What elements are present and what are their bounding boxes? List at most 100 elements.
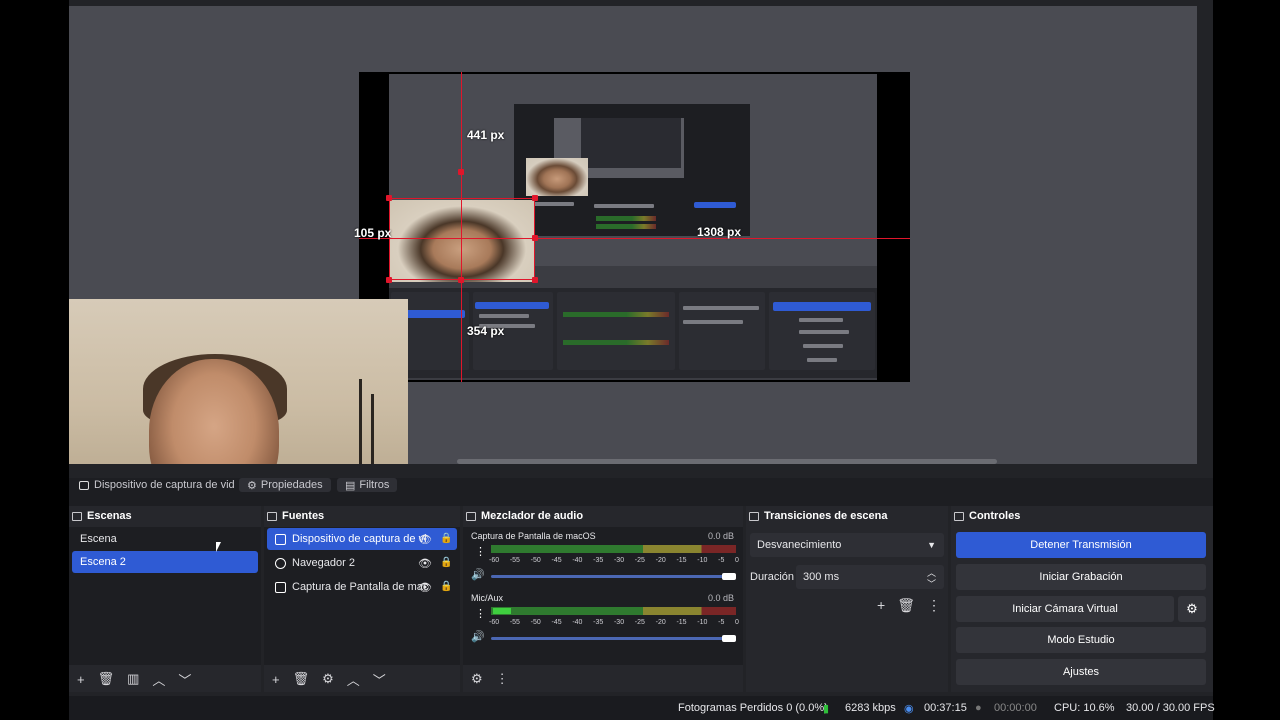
more-options-icon[interactable]: ⋮	[475, 545, 486, 558]
scenes-toolbar: + 🗑 ▥ ︿ ﹀	[69, 666, 261, 692]
scene-item-label: Escena	[80, 533, 117, 545]
properties-button[interactable]: ⚙ Propiedades	[239, 478, 331, 492]
preview-horizontal-scrollbar[interactable]	[457, 459, 997, 464]
record-time: 00:00:00	[994, 702, 1037, 714]
trash-icon[interactable]: 🗑	[98, 671, 115, 687]
scenes-dock: Escenas Escena Escena 2 + 🗑 ▥ ︿ ﹀	[69, 506, 261, 692]
transition-select[interactable]: Desvanecimiento ▼	[750, 533, 944, 557]
virtual-camera-settings-gear-icon[interactable]: ⚙	[1178, 596, 1206, 622]
preview-area[interactable]: 441 px 1308 px 354 px 105 px	[69, 6, 1197, 464]
transition-toolbar: + 🗑 ⋮	[877, 597, 941, 614]
studio-mode-button[interactable]: Modo Estudio	[956, 627, 1206, 653]
volume-slider-knob[interactable]	[722, 573, 736, 580]
visibility-eye-icon[interactable]: 👁	[418, 581, 432, 594]
dock-icon	[267, 511, 277, 521]
duration-spinbox[interactable]: 300 ms ︿ ﹀	[796, 565, 944, 589]
nested-canvas	[514, 104, 750, 236]
scenes-dock-title: Escenas	[69, 506, 261, 526]
channel-name: Mic/Aux	[471, 593, 504, 603]
source-item-label: Captura de Pantalla de mac	[292, 581, 429, 593]
duration-label: Duración	[750, 571, 795, 583]
advanced-audio-gear-icon[interactable]: ⚙	[471, 671, 483, 687]
controls-dock: Controles Detener Transmisión Iniciar Gr…	[951, 506, 1213, 692]
mixer-dock-title: Mezclador de audio	[463, 506, 743, 526]
webcam-overlay	[69, 299, 408, 464]
transitions-title: Transiciones de escena	[764, 510, 888, 522]
settings-button[interactable]: Ajustes	[956, 659, 1206, 685]
filter-icon[interactable]: ▥	[127, 671, 139, 687]
mixer-title: Mezclador de audio	[481, 510, 584, 522]
gear-icon: ⚙	[247, 479, 257, 492]
stream-icon: ◉	[904, 703, 914, 715]
obs-window: 441 px 1308 px 354 px 105 px Dispositivo…	[69, 0, 1215, 720]
preview-canvas[interactable]: 441 px 1308 px 354 px	[359, 72, 910, 382]
stream-time: 00:37:15	[924, 702, 967, 714]
move-down-icon[interactable]: ﹀	[178, 670, 191, 689]
channel-db: 0.0 dB	[708, 593, 735, 603]
add-icon[interactable]: +	[877, 597, 885, 614]
record-icon: ●	[975, 702, 982, 714]
scene-item[interactable]: Escena	[72, 528, 258, 550]
speaker-icon[interactable]: 🔊	[471, 568, 485, 581]
scene-item-label: Escena 2	[80, 556, 126, 568]
speaker-icon[interactable]: 🔊	[471, 630, 485, 643]
lock-icon[interactable]: 🔒	[440, 557, 452, 568]
chevron-down-icon: ▼	[927, 540, 936, 550]
move-down-icon[interactable]: ﹀	[373, 670, 386, 689]
context-source-name: Dispositivo de captura de vid	[94, 479, 235, 491]
dock-icon	[466, 511, 476, 521]
add-icon[interactable]: +	[77, 672, 85, 687]
start-recording-button[interactable]: Iniciar Grabación	[956, 564, 1206, 590]
move-up-icon[interactable]: ︿	[152, 670, 165, 689]
scene-item-selected[interactable]: Escena 2	[72, 551, 258, 573]
dropped-frames: Fotogramas Perdidos 0 (0.0%)	[678, 702, 828, 714]
trash-icon[interactable]: 🗑	[293, 671, 310, 687]
channel-db: 0.0 dB	[708, 531, 735, 541]
scenes-list: Escena Escena 2	[69, 527, 261, 665]
trash-icon[interactable]: 🗑	[897, 597, 915, 614]
filters-button[interactable]: ▤ Filtros	[337, 478, 398, 492]
measure-left-label: 105 px	[354, 226, 392, 240]
signal-bars-icon: ▮	[823, 703, 830, 715]
dock-icon	[954, 511, 964, 521]
status-bar: Fotogramas Perdidos 0 (0.0%) ▮ 6283 kbps…	[69, 696, 1215, 720]
globe-icon	[275, 557, 286, 569]
add-icon[interactable]: +	[272, 672, 280, 687]
transition-selected-label: Desvanecimiento	[757, 539, 842, 551]
cursor-icon	[216, 542, 221, 552]
move-up-icon[interactable]: ︿	[347, 670, 360, 689]
visibility-eye-icon[interactable]: 👁	[418, 557, 432, 570]
lock-icon[interactable]: 🔒	[440, 581, 452, 592]
stop-stream-button[interactable]: Detener Transmisión	[956, 532, 1206, 558]
channel-name: Captura de Pantalla de macOS	[471, 531, 596, 541]
more-options-icon[interactable]: ⋮	[475, 607, 486, 620]
meter-scale: -60 -55 -50 -45 -40 -35 -30 -25 -20 -15 -10 -5 0	[489, 619, 739, 626]
visibility-eye-icon[interactable]: 👁	[418, 533, 432, 546]
start-virtual-camera-button[interactable]: Iniciar Cámara Virtual	[956, 596, 1174, 622]
sources-dock-title: Fuentes	[264, 506, 460, 526]
duration-value: 300 ms	[803, 571, 840, 583]
audio-mixer-dock: Mezclador de audio Captura de Pantalla d…	[463, 506, 743, 692]
transitions-dock: Transiciones de escena Desvanecimiento ▼…	[746, 506, 948, 692]
source-context-bar: Dispositivo de captura de vid ⚙ Propieda…	[69, 478, 1213, 506]
mixer-channels: Captura de Pantalla de macOS 0.0 dB ⋮ -6…	[463, 527, 743, 665]
properties-label: Propiedades	[260, 479, 323, 491]
measure-top-label: 441 px	[467, 128, 505, 142]
chevron-down-icon[interactable]: ﹀	[927, 577, 936, 590]
mixer-toolbar: ⚙ ⋮	[463, 666, 743, 692]
more-options-icon[interactable]: ⋮	[927, 597, 941, 614]
monitor-icon	[275, 581, 286, 593]
volume-slider[interactable]	[491, 637, 736, 640]
camera-icon	[79, 480, 89, 490]
lock-icon[interactable]: 🔒	[440, 533, 452, 544]
gear-icon[interactable]: ⚙	[322, 671, 334, 687]
measure-right-label: 1308 px	[697, 225, 742, 239]
filter-icon: ▤	[345, 479, 356, 492]
more-options-icon[interactable]: ⋮	[496, 671, 509, 687]
fps: 30.00 / 30.00 FPS	[1126, 702, 1215, 714]
volume-slider[interactable]	[491, 575, 736, 578]
volume-slider-knob[interactable]	[722, 635, 736, 642]
source-item-label: Navegador 2	[292, 557, 355, 569]
transitions-dock-title: Transiciones de escena	[746, 506, 948, 526]
camera-icon	[275, 533, 286, 545]
